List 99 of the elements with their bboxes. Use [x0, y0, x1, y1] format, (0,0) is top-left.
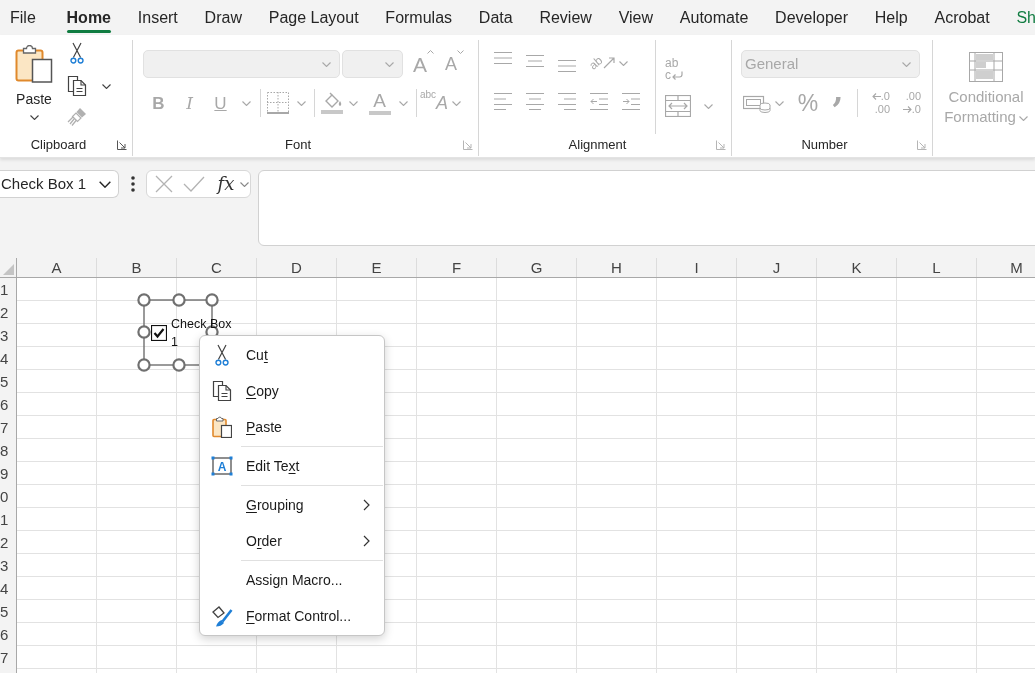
group-label: Number — [800, 136, 849, 155]
column-header[interactable]: J — [737, 258, 817, 277]
tick-icon[interactable] — [183, 176, 205, 192]
formula-input-field[interactable] — [258, 170, 1035, 246]
menu-item[interactable]: Assign Macro... — [200, 562, 384, 598]
checkbox[interactable] — [151, 325, 167, 341]
column-header[interactable]: E — [337, 258, 417, 277]
scissors-icon — [214, 344, 229, 366]
more-options-icon[interactable] — [131, 176, 135, 192]
row-header[interactable]: 8 — [0, 439, 16, 462]
menu-item[interactable]: Order — [200, 523, 384, 559]
caret-icon[interactable] — [99, 180, 111, 188]
chevron-right-icon — [363, 499, 370, 511]
scissors-icon[interactable] — [70, 42, 84, 64]
align-left-icon[interactable] — [494, 92, 512, 110]
row-header[interactable]: 6 — [0, 393, 16, 416]
ribbon-tab[interactable]: File — [0, 0, 50, 35]
align-center-icon[interactable] — [526, 92, 544, 110]
row-header[interactable]: 5 — [0, 370, 16, 393]
row-header[interactable]: 6 — [0, 623, 16, 646]
merge-cells-icon[interactable] — [665, 95, 691, 117]
table-grid-icon — [969, 52, 1003, 82]
caret-icon[interactable] — [29, 115, 39, 120]
row-header[interactable]: 2 — [0, 301, 16, 324]
name-box[interactable]: Check Box 1 — [0, 170, 119, 198]
ribbon-tab[interactable]: Sh — [1003, 0, 1035, 35]
ribbon-tab[interactable]: Home — [53, 0, 125, 35]
ribbon-tab[interactable]: View — [605, 0, 667, 35]
menu-item[interactable]: Paste — [200, 409, 384, 445]
menu-item[interactable]: A Edit Text — [200, 448, 384, 484]
paintbrush-icon[interactable] — [67, 107, 87, 127]
currency-icon[interactable] — [743, 93, 771, 113]
menu-item[interactable]: Grouping — [200, 487, 384, 523]
text-frame-icon: A — [210, 456, 233, 476]
dialog-launcher-icon[interactable] — [117, 140, 127, 150]
column-header[interactable]: D — [257, 258, 337, 277]
ribbon-tab[interactable]: Acrobat — [921, 0, 1004, 35]
group-label: Alignment — [567, 136, 628, 155]
copy-icon — [211, 380, 232, 402]
ribbon-tab[interactable]: Data — [465, 0, 526, 35]
cancel-icon[interactable] — [155, 175, 173, 193]
row-header[interactable]: 9 — [0, 462, 16, 485]
clipboard-icon — [211, 416, 232, 438]
caret-icon[interactable] — [102, 83, 111, 89]
column-header[interactable]: A — [17, 258, 97, 277]
return-arrow-icon — [671, 70, 683, 80]
left-arrow-icon — [871, 93, 881, 100]
ribbon-tab[interactable]: Developer — [761, 0, 862, 35]
row-header[interactable]: 2 — [0, 531, 16, 554]
align-bottom-icon[interactable] — [558, 60, 576, 72]
row-header[interactable]: 1 — [0, 278, 16, 301]
group-label: Font — [284, 136, 312, 155]
ribbon-tab[interactable]: Automate — [666, 0, 762, 35]
row-header[interactable]: 0 — [0, 485, 16, 508]
right-arrow-icon — [902, 106, 912, 113]
row-header[interactable]: 3 — [0, 554, 16, 577]
ribbon-tab[interactable]: Insert — [124, 0, 192, 35]
borders-icon[interactable] — [267, 92, 289, 114]
ribbon-tab[interactable]: Help — [861, 0, 922, 35]
caret-icon — [457, 50, 464, 54]
row-header[interactable]: 4 — [0, 347, 16, 370]
paste-button[interactable]: Paste — [8, 40, 60, 134]
increase-indent-icon[interactable] — [622, 92, 640, 110]
insert-function-button[interactable]: fx — [213, 172, 239, 196]
paintbrush-icon — [210, 605, 233, 627]
row-header[interactable]: 4 — [0, 577, 16, 600]
column-header[interactable]: B — [97, 258, 177, 277]
clipboard-icon — [15, 45, 53, 83]
column-header[interactable]: K — [817, 258, 897, 277]
ribbon-tab[interactable]: Formulas — [371, 0, 466, 35]
row-header[interactable]: 1 — [0, 508, 16, 531]
column-header[interactable]: F — [417, 258, 497, 277]
paint-bucket-icon[interactable] — [321, 92, 343, 114]
row-header[interactable]: 3 — [0, 324, 16, 347]
ribbon-tab[interactable]: Draw — [191, 0, 256, 35]
row-header[interactable]: 7 — [0, 416, 16, 439]
group-label: Clipboard — [29, 136, 88, 155]
diagonal-arrow-icon — [602, 57, 615, 69]
column-header[interactable]: C — [177, 258, 257, 277]
column-header[interactable]: L — [897, 258, 977, 277]
row-header[interactable]: 5 — [0, 600, 16, 623]
ribbon-tab[interactable]: Review — [526, 0, 606, 35]
row-header[interactable]: 7 — [0, 646, 16, 669]
select-all-icon[interactable] — [3, 264, 14, 275]
caret-up-icon — [427, 50, 434, 54]
align-top-icon[interactable] — [494, 52, 512, 64]
color-bar-icon — [368, 111, 391, 115]
align-right-icon[interactable] — [558, 92, 576, 110]
column-header[interactable]: M — [977, 258, 1035, 277]
column-header[interactable]: G — [497, 258, 577, 277]
menu-item[interactable]: Format Control... — [200, 598, 384, 634]
copy-icon[interactable] — [67, 75, 87, 97]
column-header[interactable]: I — [657, 258, 737, 277]
menu-item[interactable]: Copy — [200, 373, 384, 409]
align-middle-icon[interactable] — [526, 55, 544, 67]
chevron-right-icon — [363, 535, 370, 547]
column-header[interactable]: H — [577, 258, 657, 277]
ribbon-tab[interactable]: Page Layout — [255, 0, 372, 35]
decrease-indent-icon[interactable] — [590, 92, 608, 110]
